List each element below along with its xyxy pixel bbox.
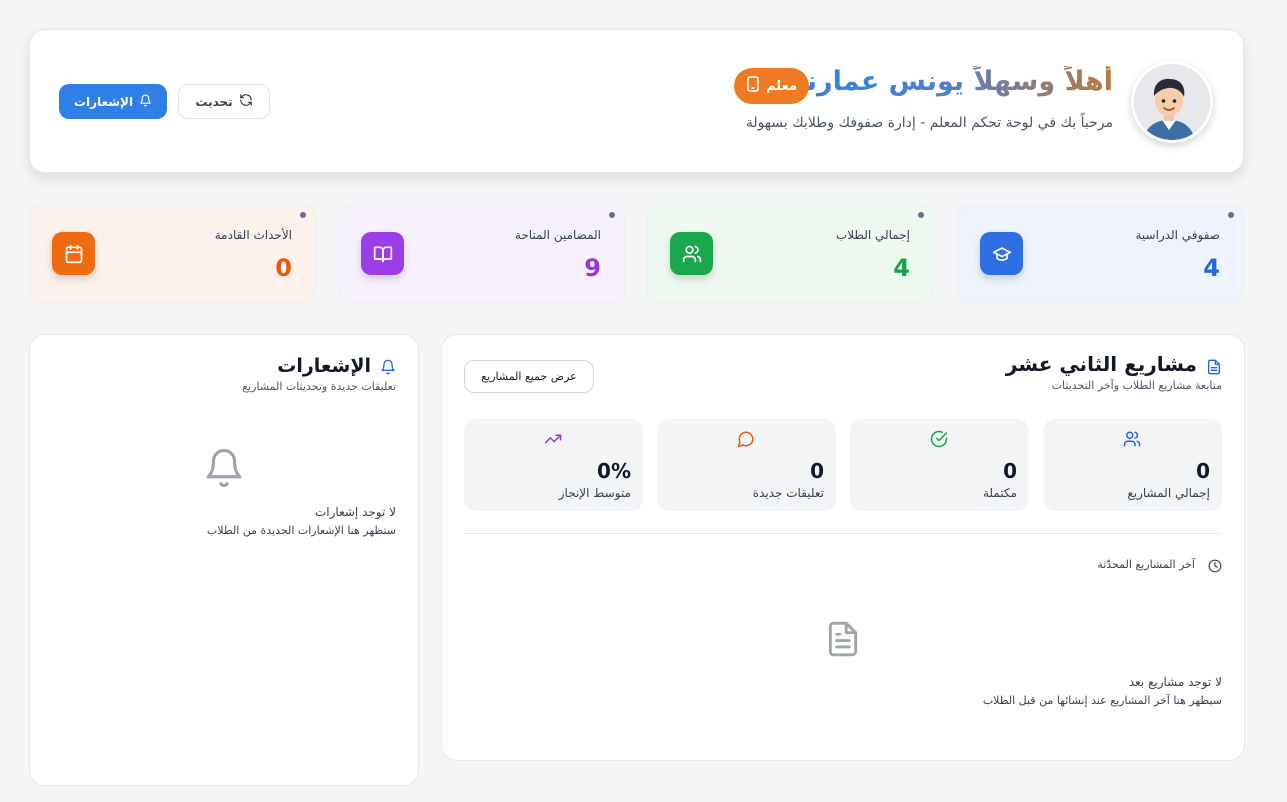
bell-icon [380,359,396,379]
metric-label: مكتملة [982,486,1017,500]
notifications-button-label: الإشعارات [73,94,134,109]
avatar[interactable] [1131,61,1213,143]
role-badge-label: معلم [766,78,797,94]
empty-notifications-subtitle: ستظهر هنا الإشعارات الجديدة من الطلاب [206,524,396,537]
bell-icon [139,94,152,110]
stat-value: 4 [893,254,910,282]
clock-icon [1208,558,1222,577]
users-icon [670,232,713,275]
file-text-icon [1206,358,1222,380]
welcome-subtitle: مرحباً بك في لوحة تحكم المعلم - إدارة صف… [745,115,1113,131]
metric-avg-completion: 0% متوسط الإنجاز [464,419,643,511]
metric-completed: 0 مكتملة [850,419,1029,511]
notifications-panel: الإشعارات تعليقات جديدة وتحديثات المشاري… [29,334,419,786]
metric-label: إجمالي المشاريع [1127,486,1210,500]
metric-new-comments: 0 تعليقات جديدة [657,419,836,511]
stat-label: الأحداث القادمة [214,228,292,242]
notifications-subtitle: تعليقات جديدة وتحديثات المشاريع [242,380,396,393]
empty-projects-subtitle: سيظهر هنا آخر المشاريع عند إنشائها من قب… [982,694,1222,707]
file-text-icon [824,618,862,664]
metric-value: 0% [597,459,631,483]
divider [464,533,1222,534]
status-dot [918,212,924,218]
recent-projects-label: آخر المشاريع المحدّثة [1097,558,1195,571]
stat-card-students[interactable]: إجمالي الطلاب 4 [647,204,934,304]
refresh-icon [239,93,253,110]
check-circle-icon [930,430,948,452]
metric-label: متوسط الإنجاز [558,486,631,500]
notifications-title: الإشعارات [277,355,371,377]
book-open-icon [361,232,404,275]
refresh-button-label: تحديث [195,94,233,109]
status-dot [609,212,615,218]
stat-value: 0 [275,254,292,282]
projects-title: مشاريع الثاني عشر [1005,352,1197,376]
users-icon [1123,430,1141,452]
stat-label: المضامين المتاحة [514,228,601,242]
view-all-projects-button[interactable]: عرض جميع المشاريع [464,360,594,393]
role-badge: معلم [734,68,809,104]
stat-card-contents[interactable]: المضامين المتاحة 9 [338,204,625,304]
projects-panel: مشاريع الثاني عشر متابعة مشاريع الطلاب و… [441,334,1245,761]
tablet-icon [746,76,760,96]
metric-total-projects: 0 إجمالي المشاريع [1043,419,1222,511]
empty-projects-title: لا توجد مشاريع بعد [1128,675,1222,689]
bell-icon [203,447,245,493]
metric-value: 0 [1196,459,1210,483]
status-dot [1228,212,1234,218]
message-circle-icon [737,430,755,452]
stat-value: 4 [1203,254,1220,282]
empty-notifications-title: لا توجد إشعارات [315,505,396,519]
welcome-header-card: أهلاً وسهلاً يونس عمارنة معلم مرحباً بك … [29,29,1244,173]
calendar-icon [52,232,95,275]
metric-value: 0 [810,459,824,483]
welcome-greeting: أهلاً وسهلاً يونس عمارنة [790,66,1113,97]
stat-card-classes[interactable]: صفوفي الدراسية 4 [957,204,1244,304]
teacher-avatar-icon [1134,64,1210,140]
status-dot [300,212,306,218]
trending-up-icon [544,430,562,452]
refresh-button[interactable]: تحديث [178,84,270,119]
projects-subtitle: متابعة مشاريع الطلاب وآخر التحديثات [1051,379,1222,392]
stat-label: صفوفي الدراسية [1135,228,1220,242]
graduation-cap-icon [980,232,1023,275]
metric-value: 0 [1003,459,1017,483]
metric-label: تعليقات جديدة [752,486,824,500]
notifications-button[interactable]: الإشعارات [59,84,167,119]
stat-value: 9 [584,254,601,282]
stat-label: إجمالي الطلاب [835,228,910,242]
stat-card-events[interactable]: الأحداث القادمة 0 [29,204,316,304]
